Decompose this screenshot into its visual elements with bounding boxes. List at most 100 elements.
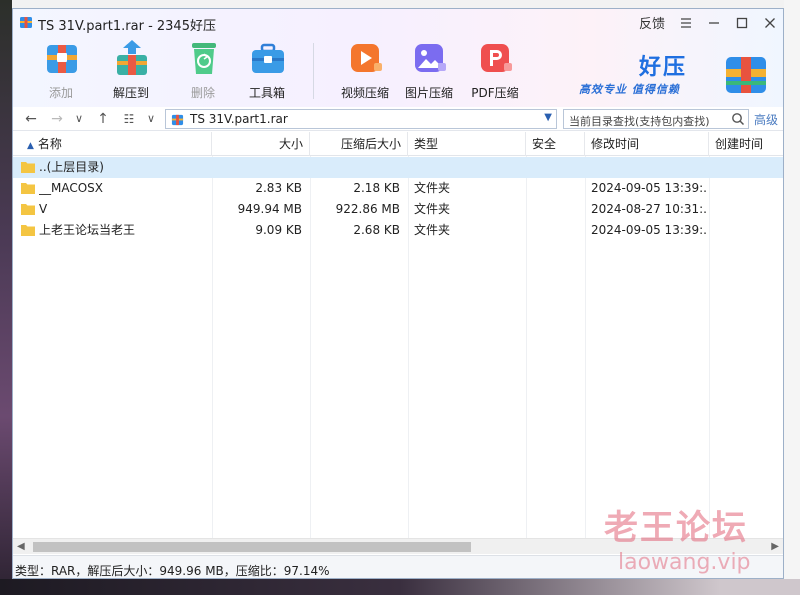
file-packed-size: 922.86 MB bbox=[335, 202, 400, 216]
file-security bbox=[532, 157, 582, 178]
scroll-right-icon[interactable]: ▶ bbox=[771, 541, 779, 552]
hamburger-menu-icon bbox=[681, 17, 691, 28]
table-row[interactable]: V 949.94 MB 922.86 MB 文件夹 2024-08-27 10:… bbox=[13, 199, 783, 220]
file-packed-size bbox=[310, 157, 400, 178]
extract-button[interactable]: 解压到 bbox=[101, 37, 161, 105]
column-security[interactable]: 安全 bbox=[526, 132, 585, 156]
up-button[interactable]: ↑ bbox=[95, 110, 111, 128]
path-field[interactable]: TS 31V.part1.rar ▼ bbox=[165, 109, 557, 129]
forward-button[interactable]: → bbox=[49, 110, 65, 128]
brand-slogan: 高效专业 值得信赖 bbox=[579, 83, 680, 96]
feedback-link[interactable]: 反馈 bbox=[639, 13, 665, 32]
status-text: 类型：RAR，解压后大小：949.96 MB，压缩比：97.14% bbox=[15, 564, 330, 578]
image-compress-button[interactable]: 图片压缩 bbox=[399, 37, 459, 105]
file-name: ..(上层目录) bbox=[39, 160, 104, 174]
pdf-compress-label: PDF压缩 bbox=[471, 86, 519, 100]
scroll-left-icon[interactable]: ◀ bbox=[17, 541, 25, 552]
folder-icon bbox=[21, 183, 35, 194]
toolbar-separator bbox=[313, 43, 314, 99]
folder-icon bbox=[21, 162, 35, 173]
file-created bbox=[715, 157, 783, 178]
recycle-delete-icon bbox=[192, 43, 216, 74]
file-name: V bbox=[39, 202, 48, 216]
desktop-top-strip bbox=[0, 0, 800, 8]
path-text: TS 31V.part1.rar bbox=[190, 112, 288, 126]
maximize-icon bbox=[736, 17, 748, 28]
minimize-icon bbox=[709, 21, 719, 24]
brand-name: 好压 bbox=[639, 55, 688, 80]
add-button[interactable]: 添加 bbox=[31, 37, 91, 105]
horizontal-scrollbar[interactable]: ◀ ▶ bbox=[13, 538, 783, 554]
column-modified[interactable]: 修改时间 bbox=[585, 132, 709, 156]
file-security bbox=[532, 178, 582, 199]
column-type[interactable]: 类型 bbox=[408, 132, 526, 156]
history-dropdown[interactable]: ∨ bbox=[71, 110, 87, 128]
window-controls: 反馈 bbox=[639, 13, 777, 32]
scrollbar-thumb[interactable] bbox=[33, 542, 471, 552]
video-compress-button[interactable]: 视频压缩 bbox=[335, 37, 395, 105]
advanced-search-link[interactable]: 高级 bbox=[754, 111, 778, 128]
image-compress-icon bbox=[415, 44, 446, 72]
desktop-bottom-strip bbox=[0, 579, 800, 595]
extract-icon bbox=[117, 40, 147, 75]
column-name[interactable]: ▲ 名称 bbox=[13, 132, 212, 156]
column-header-row: ▲ 名称 大小 压缩后大小 类型 安全 修改时间 创建时间 bbox=[13, 132, 783, 156]
file-type: 文件夹 bbox=[414, 181, 451, 195]
file-modified: 2024-09-05 13:39:... bbox=[591, 223, 707, 237]
add-archive-icon bbox=[47, 45, 77, 73]
title-bar[interactable]: TS 31V.part1.rar - 2345好压 反馈 bbox=[13, 9, 783, 35]
file-modified: 2024-08-27 10:31:... bbox=[591, 202, 707, 216]
toolbox-icon bbox=[252, 43, 284, 73]
file-created bbox=[715, 178, 783, 199]
app-logo-icon bbox=[20, 17, 32, 28]
file-type: 文件夹 bbox=[414, 223, 451, 237]
add-label: 添加 bbox=[48, 86, 73, 100]
search-icon[interactable] bbox=[731, 112, 745, 126]
file-modified: 2024-09-05 13:39:... bbox=[591, 181, 707, 195]
pdf-compress-icon bbox=[481, 44, 512, 72]
file-size: 2.83 KB bbox=[255, 181, 302, 195]
view-mode-dropdown[interactable]: ∨ bbox=[143, 110, 159, 128]
view-mode-button[interactable]: ☷ bbox=[121, 110, 137, 128]
path-dropdown-icon[interactable]: ▼ bbox=[544, 112, 552, 123]
delete-button[interactable]: 删除 bbox=[173, 37, 233, 105]
close-button[interactable] bbox=[763, 15, 777, 31]
file-created bbox=[715, 199, 783, 220]
sort-ascending-icon: ▲ bbox=[27, 141, 34, 151]
file-packed-size: 2.18 KB bbox=[353, 181, 400, 195]
extract-label: 解压到 bbox=[112, 86, 149, 100]
minimize-button[interactable] bbox=[707, 15, 721, 31]
table-row[interactable]: __MACOSX 2.83 KB 2.18 KB 文件夹 2024-09-05 … bbox=[13, 178, 783, 199]
file-name: 上老王论坛当老王 bbox=[39, 223, 136, 237]
table-row-parent-dir[interactable]: ..(上层目录) bbox=[13, 157, 783, 178]
video-compress-icon bbox=[351, 44, 382, 72]
file-security bbox=[532, 199, 582, 220]
search-placeholder: 当前目录查找(支持包内查找) bbox=[569, 115, 710, 128]
file-packed-size: 2.68 KB bbox=[353, 223, 400, 237]
file-modified bbox=[591, 157, 707, 178]
column-created[interactable]: 创建时间 bbox=[709, 132, 783, 156]
file-list: ▲ 名称 大小 压缩后大小 类型 安全 修改时间 创建时间 ..(上层目录) _… bbox=[13, 132, 783, 538]
table-row[interactable]: 上老王论坛当老王 9.09 KB 2.68 KB 文件夹 2024-09-05 … bbox=[13, 220, 783, 241]
search-input[interactable]: 当前目录查找(支持包内查找) bbox=[563, 109, 749, 129]
toolbox-button[interactable]: 工具箱 bbox=[237, 37, 297, 105]
delete-label: 删除 bbox=[190, 86, 215, 100]
maximize-button[interactable] bbox=[735, 15, 749, 31]
toolbox-label: 工具箱 bbox=[248, 86, 285, 100]
column-packed-size[interactable]: 压缩后大小 bbox=[310, 132, 408, 156]
archive-file-icon bbox=[171, 114, 184, 126]
desktop-right-strip bbox=[784, 0, 800, 595]
file-type bbox=[414, 157, 524, 178]
pdf-compress-button[interactable]: PDF压缩 bbox=[465, 37, 525, 105]
file-rows: ..(上层目录) __MACOSX 2.83 KB 2.18 KB 文件夹 20… bbox=[13, 157, 783, 241]
close-icon bbox=[765, 17, 775, 28]
file-size: 949.94 MB bbox=[237, 202, 302, 216]
menu-button[interactable] bbox=[679, 15, 693, 31]
back-button[interactable]: ← bbox=[23, 110, 39, 128]
file-name: __MACOSX bbox=[39, 181, 104, 195]
archive-window: TS 31V.part1.rar - 2345好压 反馈 添加 解压到 删除 工… bbox=[12, 8, 784, 579]
column-size[interactable]: 大小 bbox=[212, 132, 310, 156]
folder-icon bbox=[21, 204, 35, 215]
file-created bbox=[715, 220, 783, 241]
window-header: TS 31V.part1.rar - 2345好压 反馈 添加 解压到 删除 工… bbox=[13, 9, 783, 107]
